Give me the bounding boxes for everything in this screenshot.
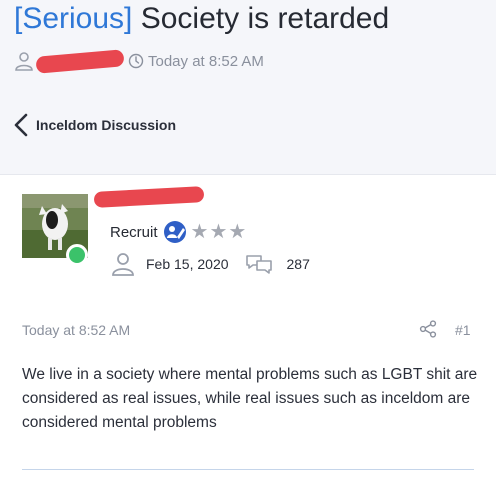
share-icon[interactable] (419, 320, 437, 338)
online-status-indicator (66, 244, 88, 266)
thread-title-text: Society is retarded (132, 2, 390, 35)
redacted-author-name (35, 48, 125, 74)
thread-timestamp[interactable]: Today at 8:52 AM (148, 53, 264, 70)
post-card: Recruit ★★★ Feb 15, 2020 287 Today at 8:… (0, 174, 496, 479)
thread-title: [Serious] Society is retarded (14, 2, 389, 36)
redacted-username (93, 186, 205, 208)
message-count: 287 (286, 256, 310, 272)
thread-prefix-label[interactable]: [Serious] (14, 2, 132, 35)
badge-icon (163, 221, 186, 243)
post-body: We live in a society where mental proble… (22, 366, 478, 431)
clock-icon (128, 53, 144, 69)
user-stats: Feb 15, 2020 287 (110, 251, 310, 277)
thread-meta: Today at 8:52 AM (14, 48, 264, 74)
user-icon (112, 253, 134, 276)
back-link-label[interactable]: Inceldom Discussion (36, 117, 176, 133)
back-to-forum-link[interactable]: Inceldom Discussion (12, 113, 176, 137)
post-timestamp[interactable]: Today at 8:52 AM (22, 322, 130, 338)
thread-header: [Serious] Society is retarded Today at 8… (0, 0, 496, 172)
user-title: Recruit (110, 223, 158, 241)
post-divider (22, 469, 474, 470)
post-number-link[interactable]: #1 (455, 322, 471, 338)
message-icon (245, 255, 272, 274)
rank-stars: ★★★ (190, 221, 248, 243)
user-title-row: Recruit ★★★ (110, 220, 247, 244)
user-icon (15, 52, 33, 71)
chevron-left-icon (14, 113, 28, 137)
join-date: Feb 15, 2020 (146, 256, 229, 272)
